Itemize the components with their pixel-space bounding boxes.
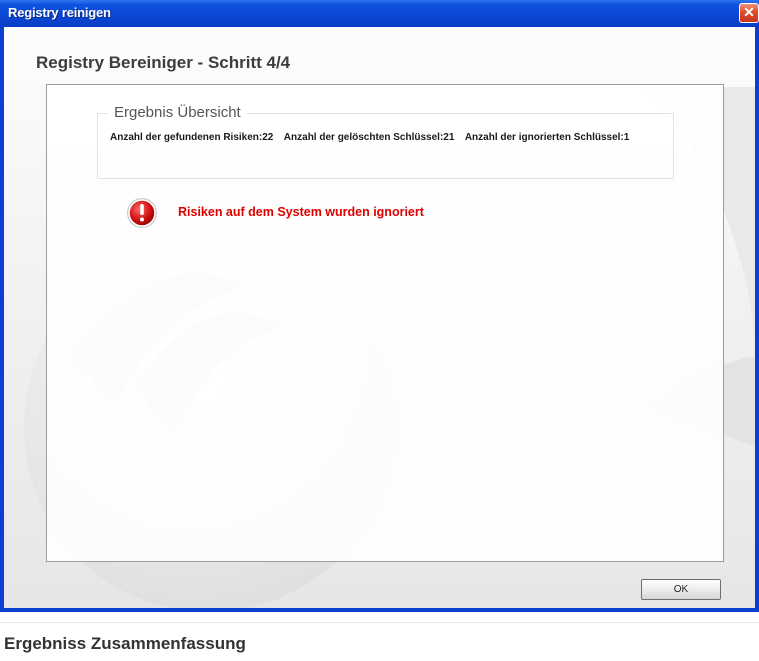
- keys-ignored-count: Anzahl der ignorierten Schlüssel:1: [464, 132, 630, 143]
- result-panel: Ergebnis Übersicht Anzahl der gefundenen…: [46, 84, 724, 562]
- dialog-client-area: Registry Bereiniger - Schritt 4/4 Ergebn…: [4, 27, 755, 608]
- summary-legend: Ergebnis Übersicht: [108, 104, 247, 121]
- caption-divider: [0, 622, 759, 623]
- risks-found-count: Anzahl der gefundenen Risiken:22: [110, 132, 274, 143]
- close-icon: ✕: [743, 4, 755, 20]
- keys-deleted-count: Anzahl der gelöschten Schlüssel:21: [283, 132, 455, 143]
- status-message: Risiken auf dem System wurden ignoriert: [178, 205, 424, 219]
- title-bar[interactable]: Registry reinigen ✕: [0, 0, 759, 27]
- summary-statistics: Anzahl der gefundenen Risiken:22 Anzahl …: [110, 132, 655, 144]
- result-summary-group: Ergebnis Übersicht Anzahl der gefundenen…: [97, 104, 674, 179]
- figure-caption: Ergebniss Zusammenfassung: [4, 634, 246, 653]
- window-title: Registry reinigen: [8, 5, 111, 20]
- warning-exclamation-icon: [127, 198, 157, 228]
- close-button[interactable]: ✕: [739, 3, 759, 23]
- ok-button[interactable]: OK: [641, 579, 721, 600]
- dialog-window: Registry reinigen ✕ Registry Bereiniger …: [0, 0, 759, 612]
- wizard-step-title: Registry Bereiniger - Schritt 4/4: [36, 53, 291, 72]
